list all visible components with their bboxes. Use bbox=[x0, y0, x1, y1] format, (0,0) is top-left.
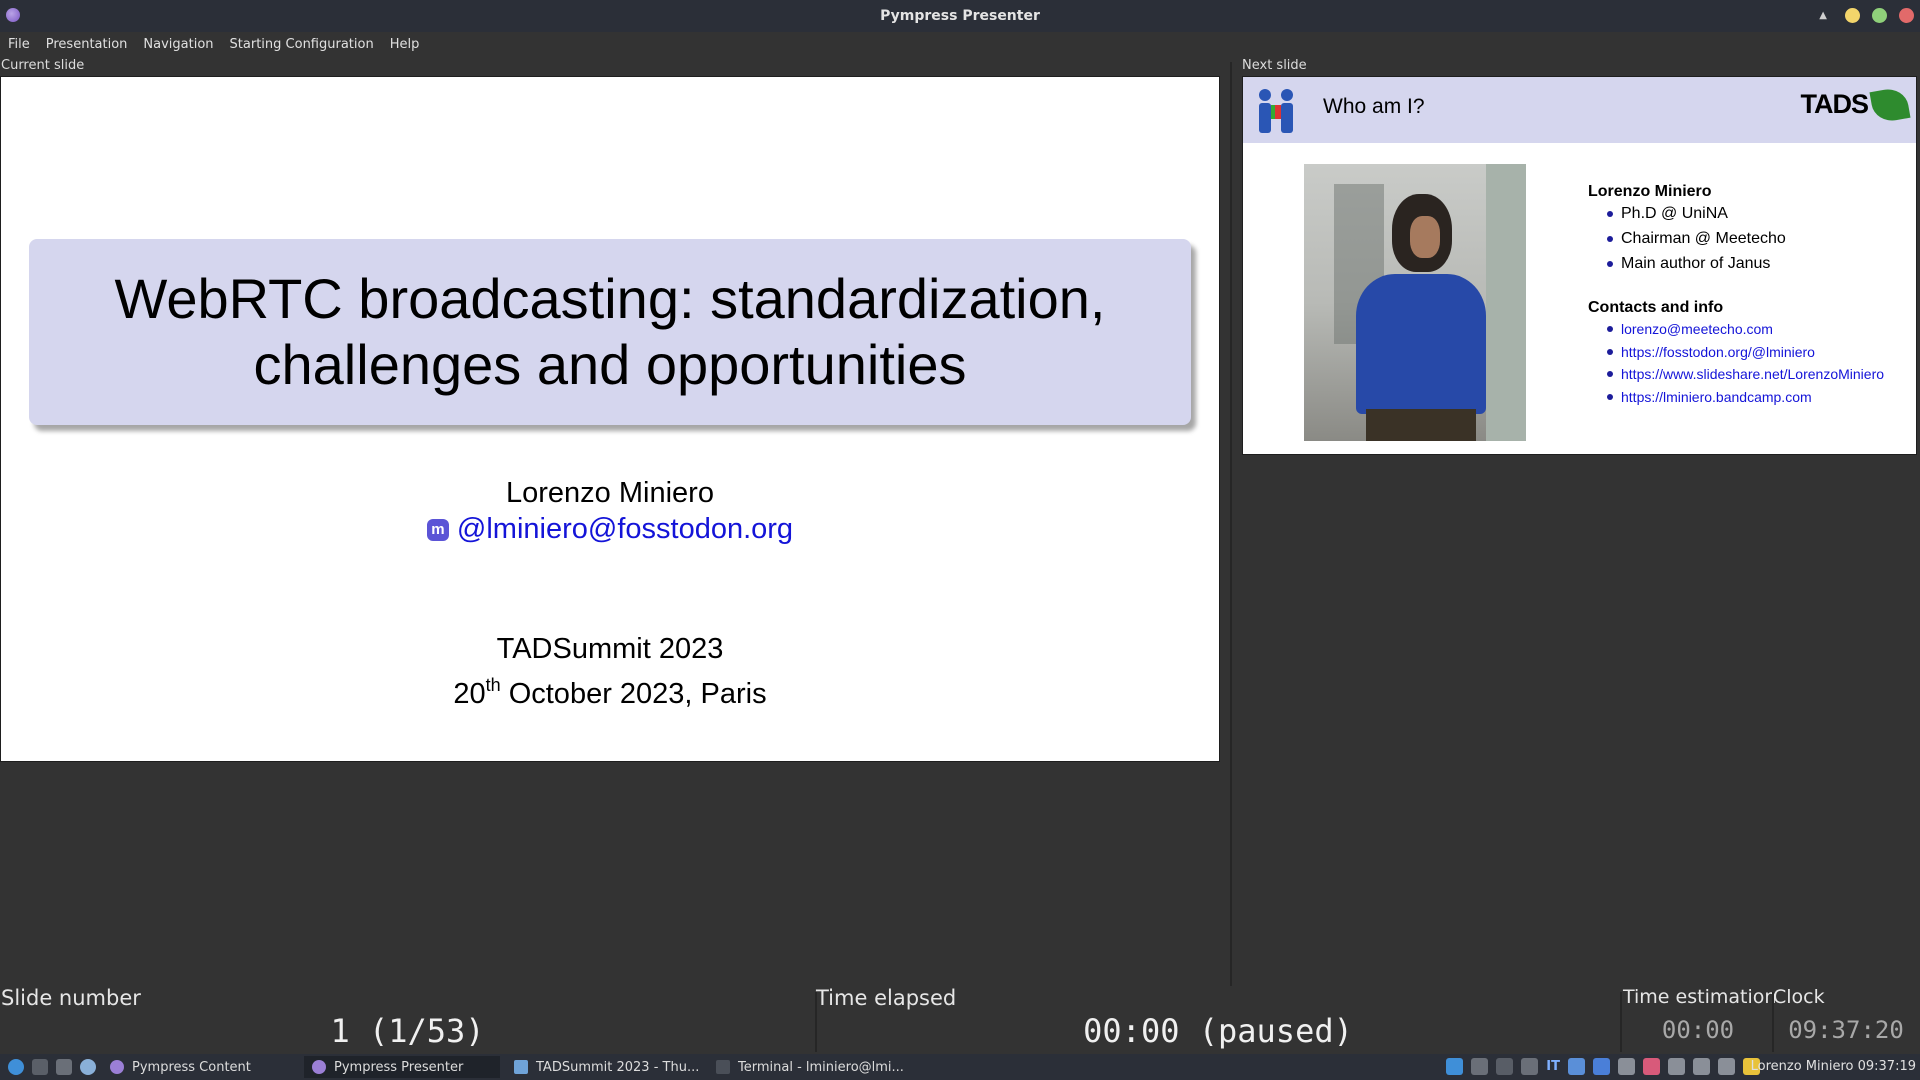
battery-icon[interactable] bbox=[1693, 1058, 1710, 1075]
slide-title-line-1: WebRTC broadcasting: standardization, bbox=[114, 267, 1106, 330]
files-launcher-icon[interactable] bbox=[56, 1059, 72, 1075]
slide-mastodon-handle: m @lminiero@fosstodon.org bbox=[1, 511, 1219, 547]
workspace-icon[interactable] bbox=[1446, 1058, 1464, 1075]
contacts-heading: Contacts and info bbox=[1588, 299, 1724, 316]
task-terminal[interactable]: Terminal - lminiero@lmi... bbox=[708, 1056, 904, 1078]
start-menu-icon[interactable] bbox=[8, 1059, 24, 1075]
network-signal-icon[interactable] bbox=[1568, 1058, 1585, 1075]
next-slide-name: Lorenzo Miniero bbox=[1588, 183, 1712, 200]
contact-link[interactable]: https://lminiero.bandcamp.com bbox=[1606, 389, 1884, 412]
slide-date: 20th October 2023, Paris bbox=[1, 667, 1219, 712]
pympress-icon bbox=[110, 1060, 124, 1074]
meetecho-logo-icon bbox=[1259, 89, 1293, 133]
task-label: Terminal - lminiero@lmi... bbox=[738, 1059, 904, 1075]
taskbar: Pympress Content Pympress Presenter TADS… bbox=[0, 1054, 1920, 1080]
contact-link[interactable]: https://www.slideshare.net/LorenzoMinier… bbox=[1606, 366, 1884, 389]
menu-navigation[interactable]: Navigation bbox=[143, 35, 213, 54]
time-elapsed-value[interactable]: 00:00 (paused) bbox=[816, 1012, 1620, 1050]
slide-date-rest: October 2023, Paris bbox=[500, 678, 767, 710]
minimize-button[interactable] bbox=[1845, 8, 1860, 23]
mastodon-link[interactable]: @lminiero@fosstodon.org bbox=[457, 513, 793, 545]
task-label: TADSummit 2023 - Thu... bbox=[536, 1059, 700, 1075]
mastodon-icon: m bbox=[426, 519, 449, 541]
slide-date-suffix: th bbox=[485, 675, 501, 695]
slide-author: Lorenzo Miniero bbox=[506, 477, 714, 509]
keyboard-layout[interactable]: IT bbox=[1546, 1058, 1560, 1075]
slide-date-day: 20 bbox=[453, 678, 486, 710]
slack-icon[interactable] bbox=[1618, 1058, 1635, 1075]
menu-file[interactable]: File bbox=[8, 35, 30, 54]
pympress-icon bbox=[312, 1060, 326, 1074]
dropbox-icon[interactable] bbox=[1593, 1058, 1610, 1075]
slide-title-box: WebRTC broadcasting: standardization, ch… bbox=[29, 239, 1191, 425]
task-pympress-content[interactable]: Pympress Content bbox=[102, 1056, 298, 1078]
clock-value: 09:37:20 bbox=[1788, 1016, 1904, 1044]
window-titlebar: Pympress Presenter ▲ bbox=[0, 0, 1920, 32]
list-item: Chairman @ Meetecho bbox=[1607, 230, 1786, 255]
menu-presentation[interactable]: Presentation bbox=[46, 35, 128, 54]
pane-divider[interactable] bbox=[1230, 62, 1232, 986]
contact-link[interactable]: lorenzo@meetecho.com bbox=[1606, 321, 1884, 344]
volume-muted-icon[interactable] bbox=[1668, 1058, 1685, 1075]
status-separator bbox=[1620, 992, 1622, 1052]
task-label: Pympress Content bbox=[132, 1059, 251, 1075]
system-tray: IT bbox=[1446, 1058, 1760, 1075]
clipboard-icon[interactable] bbox=[1521, 1058, 1539, 1075]
next-slide[interactable]: Who am I? TADS Lorenzo Miniero Ph.D @ Un… bbox=[1242, 76, 1917, 455]
pympress-app-icon[interactable] bbox=[6, 8, 20, 22]
slide-event: TADSummit 2023 bbox=[496, 633, 724, 665]
folder-icon bbox=[514, 1060, 528, 1074]
slide-number-label: Slide number bbox=[1, 986, 141, 1010]
window-title: Pympress Presenter bbox=[880, 8, 1040, 24]
contacts-list: lorenzo@meetecho.com https://fosstodon.o… bbox=[1606, 321, 1884, 412]
time-estimation-value[interactable]: 00:00 bbox=[1623, 1016, 1773, 1044]
slide-title-line-2: challenges and opportunities bbox=[253, 333, 967, 396]
notifications-off-icon[interactable] bbox=[1718, 1058, 1735, 1075]
terminal-icon bbox=[716, 1060, 730, 1074]
taskbar-user-clock[interactable]: Lorenzo Miniero 09:37:19 bbox=[1751, 1059, 1916, 1074]
tads-leaf-icon bbox=[1869, 86, 1911, 124]
terminal-launcher-icon[interactable] bbox=[32, 1059, 48, 1075]
menu-help[interactable]: Help bbox=[390, 35, 420, 54]
next-slide-label: Next slide bbox=[1242, 58, 1307, 73]
menu-starting-configuration[interactable]: Starting Configuration bbox=[230, 35, 374, 54]
browser-launcher-icon[interactable] bbox=[80, 1059, 96, 1075]
maximize-button[interactable] bbox=[1872, 8, 1887, 23]
current-slide-label: Current slide bbox=[1, 58, 85, 73]
slide-number-value[interactable]: 1 (1/53) bbox=[0, 1012, 815, 1050]
speaker-photo bbox=[1304, 164, 1526, 441]
bio-list: Ph.D @ UniNA Chairman @ Meetecho Main au… bbox=[1607, 205, 1786, 280]
shade-caret-icon[interactable]: ▲ bbox=[1819, 10, 1827, 21]
task-pympress-presenter[interactable]: Pympress Presenter bbox=[304, 1056, 500, 1078]
window-icon[interactable] bbox=[1496, 1058, 1514, 1075]
next-slide-header: Who am I? TADS bbox=[1243, 77, 1916, 143]
time-elapsed-label: Time elapsed bbox=[816, 986, 957, 1010]
tads-logo: TADS bbox=[1800, 89, 1869, 119]
clock-label: Clock bbox=[1773, 986, 1825, 1008]
package-icon[interactable] bbox=[1643, 1058, 1660, 1075]
contact-link[interactable]: https://fosstodon.org/@lminiero bbox=[1606, 344, 1884, 367]
display-icon[interactable] bbox=[1471, 1058, 1489, 1075]
time-estimation-label: Time estimation bbox=[1623, 986, 1777, 1008]
next-slide-title: Who am I? bbox=[1323, 95, 1425, 118]
close-button[interactable] bbox=[1899, 8, 1914, 23]
task-label: Pympress Presenter bbox=[334, 1059, 464, 1075]
list-item: Ph.D @ UniNA bbox=[1607, 205, 1786, 230]
task-folder[interactable]: TADSummit 2023 - Thu... bbox=[506, 1056, 702, 1078]
list-item: Main author of Janus bbox=[1607, 255, 1786, 280]
current-slide[interactable]: WebRTC broadcasting: standardization, ch… bbox=[0, 76, 1220, 762]
window-controls: ▲ bbox=[1819, 8, 1914, 23]
menu-bar: File Presentation Navigation Starting Co… bbox=[0, 32, 1920, 56]
